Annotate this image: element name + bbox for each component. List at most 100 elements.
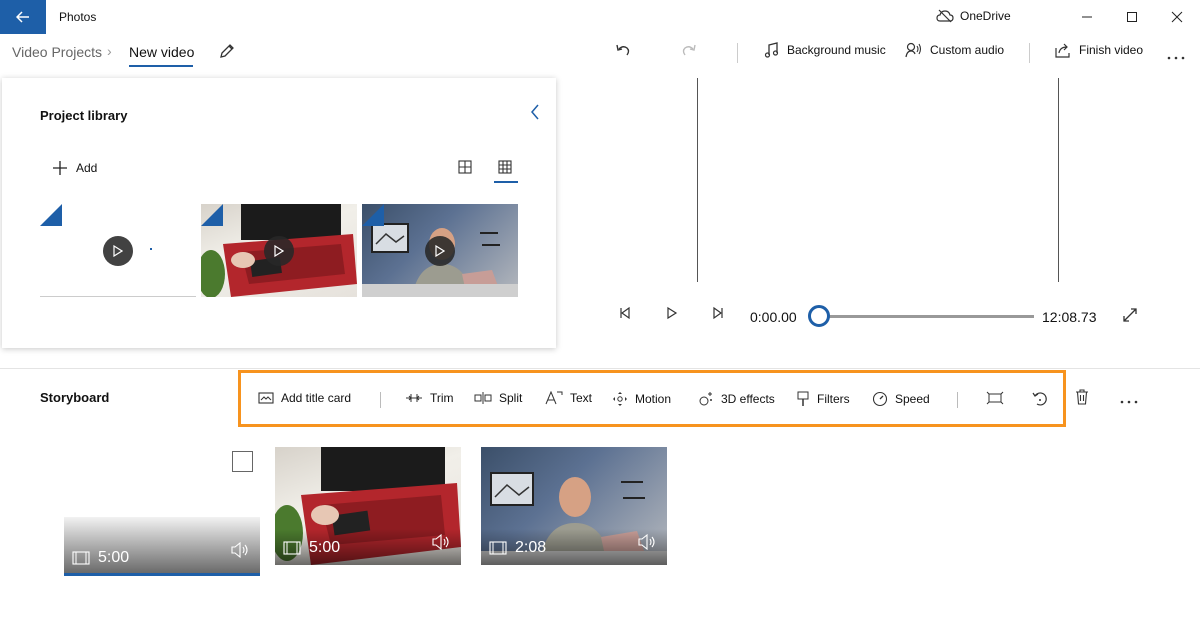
add-media-button[interactable]: Add bbox=[52, 160, 97, 176]
speed-button[interactable]: Speed bbox=[872, 391, 930, 407]
project-library-panel: Project library Add bbox=[2, 78, 556, 348]
storyboard-divider bbox=[0, 368, 1200, 369]
clip-duration-info: 2:08 bbox=[489, 539, 546, 557]
seek-bar-track[interactable] bbox=[820, 315, 1034, 318]
video-preview[interactable] bbox=[697, 78, 1059, 282]
add-title-card-button[interactable]: Add title card bbox=[258, 391, 351, 405]
maximize-button[interactable] bbox=[1109, 0, 1155, 34]
undo-icon bbox=[616, 44, 630, 56]
more-dots-icon bbox=[1120, 400, 1138, 404]
finish-video-label: Finish video bbox=[1079, 43, 1144, 57]
fullscreen-button[interactable] bbox=[1122, 307, 1138, 328]
play-button[interactable] bbox=[665, 306, 679, 325]
minimize-button[interactable] bbox=[1064, 0, 1110, 34]
resize-button[interactable] bbox=[986, 391, 1004, 405]
rotate-button[interactable] bbox=[1032, 391, 1048, 407]
app-title: Photos bbox=[59, 10, 97, 24]
collapse-library-button[interactable] bbox=[530, 104, 540, 125]
redo-button[interactable] bbox=[680, 42, 698, 65]
storyboard-title: Storyboard bbox=[40, 390, 110, 405]
filter-brush-icon bbox=[797, 391, 809, 406]
onedrive-status[interactable]: OneDrive bbox=[936, 9, 1011, 23]
small-grid-view-button[interactable] bbox=[498, 160, 512, 179]
clip-audio-button[interactable] bbox=[637, 533, 657, 555]
background-music-button[interactable]: Background music bbox=[764, 42, 886, 58]
filters-button[interactable]: Filters bbox=[796, 391, 850, 407]
storyboard-clip-2[interactable]: 5:00 bbox=[275, 447, 461, 565]
clip-1-duration: 5:00 bbox=[98, 549, 130, 566]
breadcrumb-current: New video bbox=[129, 44, 195, 60]
trim-button[interactable]: Trim bbox=[405, 391, 454, 405]
rename-button[interactable] bbox=[218, 42, 236, 65]
skip-forward-icon bbox=[713, 306, 723, 320]
storyboard-more-button[interactable] bbox=[1119, 392, 1139, 410]
toolbar-separator bbox=[380, 392, 381, 408]
background-music-label: Background music bbox=[787, 43, 886, 57]
library-item-person-video[interactable] bbox=[362, 204, 518, 297]
undo-button[interactable] bbox=[614, 42, 632, 65]
back-arrow-icon bbox=[16, 11, 29, 23]
grid-small-icon bbox=[498, 160, 512, 174]
breadcrumb-video-projects[interactable]: Video Projects bbox=[12, 44, 102, 60]
3d-effects-button[interactable]: 3D effects bbox=[698, 391, 775, 407]
motion-button[interactable]: Motion bbox=[612, 391, 671, 407]
trash-icon bbox=[1076, 389, 1088, 405]
text-icon bbox=[545, 391, 563, 405]
sparkle-effects-icon bbox=[699, 392, 712, 406]
music-note-icon bbox=[764, 42, 779, 58]
split-button[interactable]: Split bbox=[474, 391, 522, 405]
speed-label: Speed bbox=[895, 392, 930, 406]
delete-clip-button[interactable] bbox=[1075, 389, 1089, 410]
large-grid-view-button[interactable] bbox=[458, 160, 472, 179]
clip-duration-info: 5:00 bbox=[283, 539, 340, 557]
storyboard-clip-3[interactable]: 2:08 bbox=[481, 447, 667, 565]
resize-frame-icon bbox=[986, 391, 1004, 405]
custom-audio-button[interactable]: Custom audio bbox=[905, 42, 1004, 58]
speaker-icon bbox=[432, 533, 449, 551]
command-separator bbox=[1029, 43, 1030, 63]
loading-dot bbox=[150, 248, 152, 250]
next-frame-button[interactable] bbox=[711, 306, 725, 325]
trim-label: Trim bbox=[430, 391, 454, 405]
close-button[interactable] bbox=[1154, 0, 1200, 34]
custom-audio-icon bbox=[905, 42, 922, 58]
more-dots-icon bbox=[1167, 56, 1185, 60]
finish-video-button[interactable]: Finish video bbox=[1055, 42, 1143, 58]
seek-bar-thumb[interactable] bbox=[808, 305, 830, 327]
close-icon bbox=[1171, 11, 1183, 23]
storyboard-toolbar: Add title card Trim Split Text Motion 3D… bbox=[238, 370, 1066, 427]
total-duration: 12:08.73 bbox=[1042, 309, 1097, 325]
back-button[interactable] bbox=[0, 0, 46, 34]
view-mode-indicator bbox=[494, 181, 518, 183]
share-export-icon bbox=[1055, 43, 1070, 58]
add-label: Add bbox=[76, 161, 98, 175]
clip-audio-button[interactable] bbox=[230, 541, 250, 563]
film-icon bbox=[72, 551, 90, 565]
used-in-project-corner-icon bbox=[362, 204, 384, 226]
text-label: Text bbox=[570, 391, 593, 405]
film-icon bbox=[283, 541, 301, 555]
library-item-laptop-video[interactable] bbox=[201, 204, 357, 297]
plus-icon bbox=[53, 161, 67, 175]
expand-icon bbox=[1123, 308, 1137, 322]
grid-large-icon bbox=[458, 160, 472, 174]
storyboard-clip-1[interactable]: 5:00 bbox=[64, 517, 260, 573]
used-in-project-corner-icon bbox=[201, 204, 223, 226]
motion-icon bbox=[613, 392, 627, 406]
library-item-blank[interactable] bbox=[40, 204, 196, 297]
text-button[interactable]: Text bbox=[545, 391, 592, 405]
speedometer-icon bbox=[872, 391, 888, 407]
onedrive-label: OneDrive bbox=[960, 9, 1011, 23]
command-bar: Video Projects › New video Background mu… bbox=[0, 34, 1200, 70]
add-title-card-label: Add title card bbox=[281, 391, 352, 405]
command-separator bbox=[737, 43, 738, 63]
pencil-icon bbox=[220, 44, 234, 58]
speaker-icon bbox=[638, 533, 655, 551]
previous-frame-button[interactable] bbox=[618, 306, 632, 325]
rotate-icon bbox=[1032, 392, 1047, 406]
clip-select-checkbox[interactable] bbox=[232, 451, 253, 472]
play-icon bbox=[425, 236, 455, 266]
breadcrumb-underline bbox=[129, 65, 193, 67]
more-options-button[interactable] bbox=[1166, 48, 1186, 66]
clip-audio-button[interactable] bbox=[431, 533, 451, 555]
